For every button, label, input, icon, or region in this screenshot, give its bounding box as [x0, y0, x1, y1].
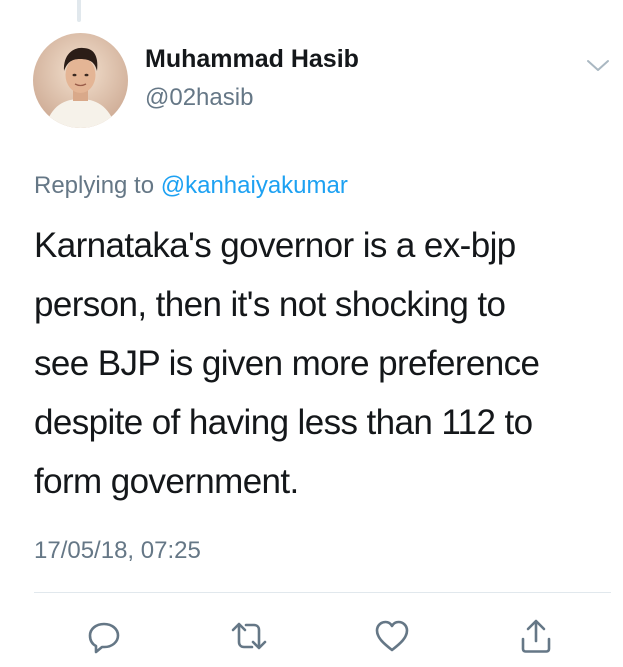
- tweet-text-line: Karnataka's governor is a ex-bjp: [34, 226, 516, 265]
- tweet-text-line: person, then it's not shocking to: [34, 285, 506, 324]
- replying-to: Replying to @kanhaiyakumar: [34, 172, 348, 200]
- author-name[interactable]: Muhammad Hasib: [145, 45, 359, 74]
- tweet-timestamp[interactable]: 17/05/18, 07:25: [34, 537, 201, 565]
- heart-icon[interactable]: [372, 616, 412, 656]
- divider: [34, 592, 611, 593]
- profile-photo-icon: [33, 33, 128, 128]
- tweet-text-line: despite of having less than 112 to: [34, 403, 533, 442]
- tweet-text: Karnataka's governor is a ex-bjp person,…: [34, 216, 614, 511]
- reply-mention-link[interactable]: @kanhaiyakumar: [161, 172, 348, 199]
- replying-to-label: Replying to: [34, 172, 155, 199]
- thread-connector-line: [77, 0, 81, 22]
- chevron-down-icon[interactable]: [585, 55, 611, 75]
- author-handle[interactable]: @02hasib: [145, 84, 253, 112]
- share-icon[interactable]: [516, 616, 556, 656]
- retweet-icon[interactable]: [229, 616, 269, 656]
- reply-icon[interactable]: [84, 616, 124, 656]
- tweet-text-line: see BJP is given more preference: [34, 344, 540, 383]
- avatar[interactable]: [33, 33, 128, 128]
- tweet-text-line: form government.: [34, 462, 299, 501]
